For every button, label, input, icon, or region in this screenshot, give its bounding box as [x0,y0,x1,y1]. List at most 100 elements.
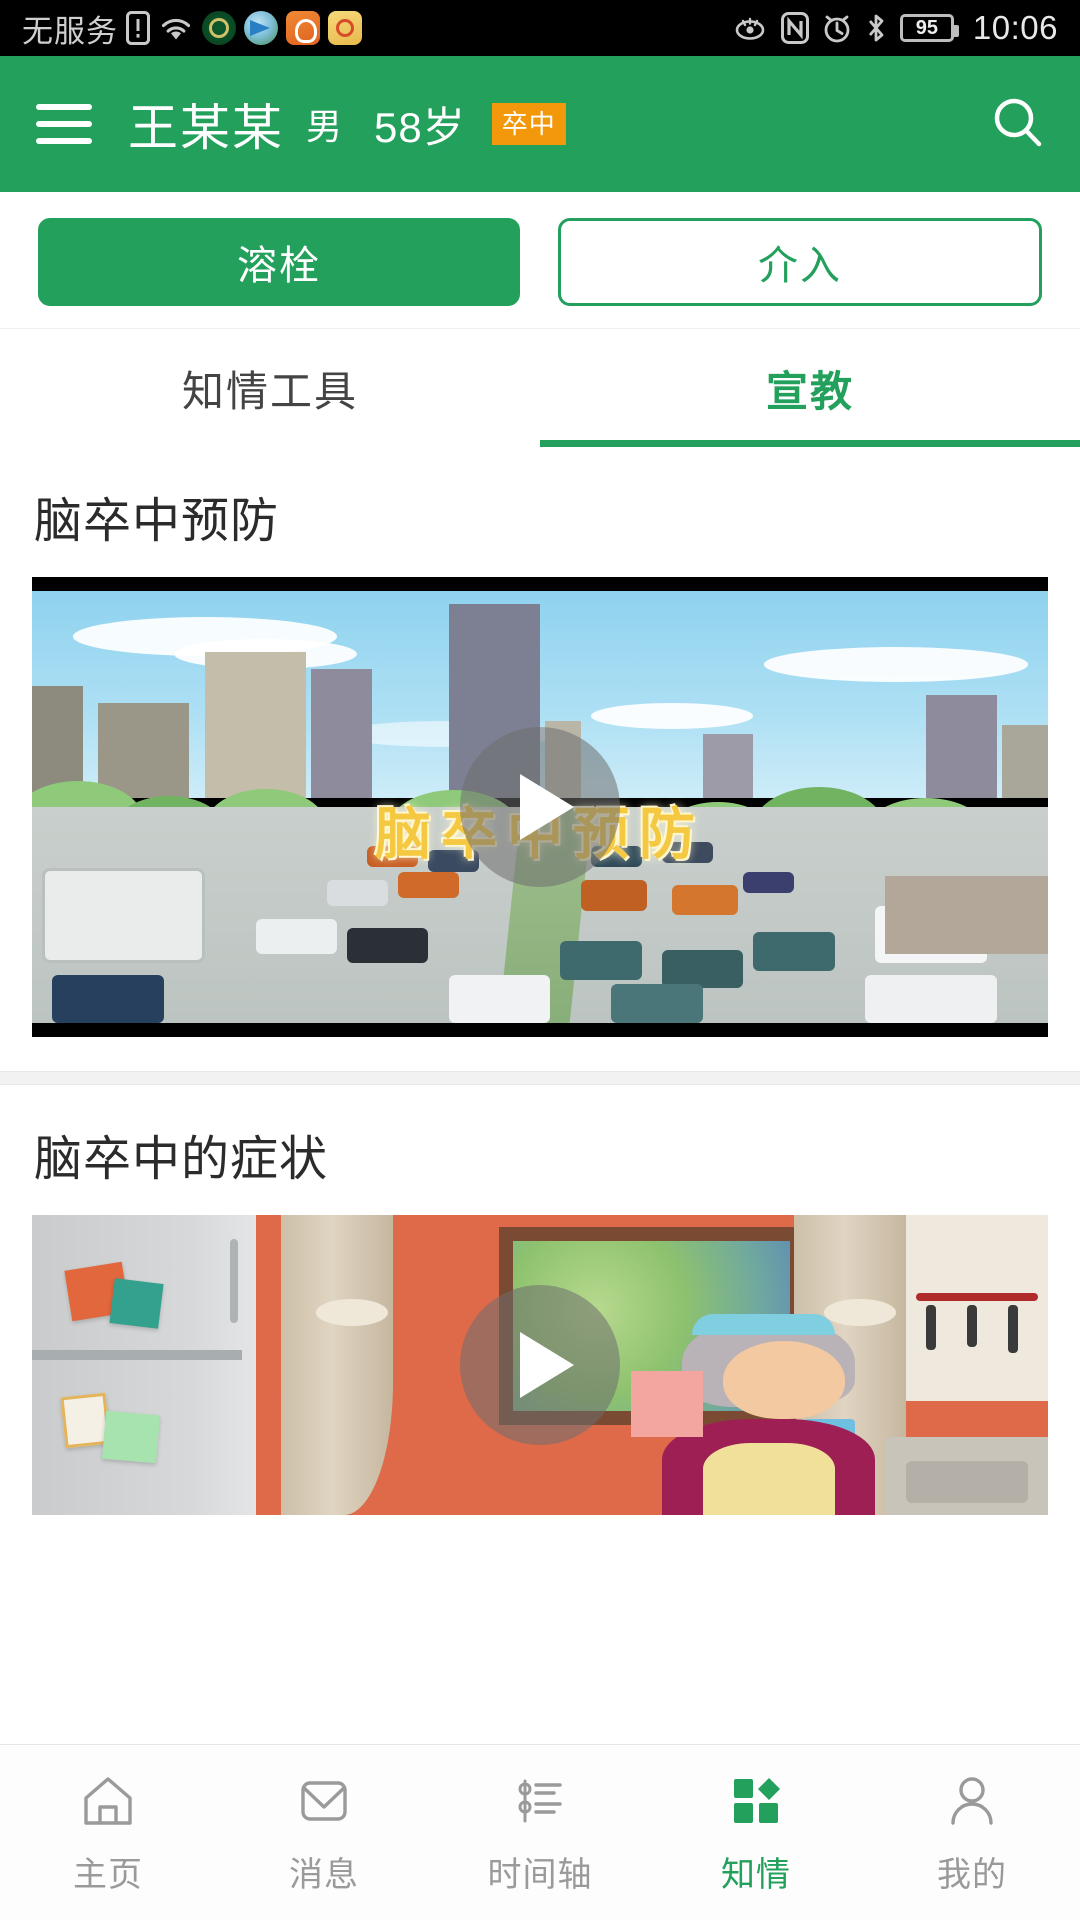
nav-item-profile[interactable]: 我的 [864,1769,1080,1896]
patient-sex: 男 [306,106,343,147]
status-bar-right: 95 10:06 [732,9,1058,47]
sink [905,1461,1028,1503]
timeline-icon [508,1769,572,1833]
fridge-handle [229,1239,238,1323]
search-icon[interactable] [988,93,1050,155]
nav-item-informed-label: 知情 [721,1856,791,1894]
car [448,975,551,1023]
alarm-clock-icon [822,12,852,44]
nfc-icon [780,12,809,44]
sim-warning-icon [126,11,150,45]
fridge-seam [32,1350,243,1360]
carrier-label: 无服务 [22,13,118,49]
battery-icon: 95 [899,14,959,42]
status-badge: 卒中 [491,103,566,145]
patient-name: 王某某 [128,100,284,156]
letterbox-bottom [32,1023,1048,1037]
nav-item-timeline[interactable]: 时间轴 [432,1769,648,1896]
curtain-tieback [316,1299,388,1326]
section-divider [0,1071,1080,1085]
content-tabs: 知情工具 宣教 [0,329,1080,447]
curtain-left [280,1215,393,1515]
status-bar: 无服务 95 10:06 [0,0,1080,56]
treatment-segmented-control: 溶栓 介入 [0,192,1080,329]
refrigerator [32,1215,256,1515]
fridge-magnet-photo [101,1410,160,1464]
car [672,884,739,915]
segment-intervention[interactable]: 介入 [558,218,1042,306]
car [580,880,647,911]
tab-informed-tools[interactable]: 知情工具 [0,329,540,447]
woman-scarf [631,1371,703,1437]
utensil [966,1305,977,1347]
nav-item-home[interactable]: 主页 [0,1769,216,1896]
utensil [1007,1305,1018,1353]
education-section-symptoms: 脑卒中的症状 [0,1085,1080,1549]
education-content-list: 脑卒中预防 脑卒中的症状 [0,447,1080,1549]
eye-comfort-icon [732,13,768,43]
woman-face [722,1341,845,1419]
app-notify-telegram-icon [244,11,278,45]
car [611,984,703,1023]
home-icon [76,1769,140,1833]
app-notify-weibo-icon [328,11,362,45]
bus [42,867,205,963]
patient-age: 58岁 [374,103,466,151]
woman-apron [702,1443,835,1515]
bottom-navigation-bar: 主页 消息 时间轴 知情 我的 [0,1744,1080,1920]
nav-item-profile-label: 我的 [937,1856,1007,1894]
cloud [763,647,1028,682]
nav-item-timeline-label: 时间轴 [487,1856,593,1894]
video-card-prevention[interactable]: 脑卒中预防 [32,577,1048,1037]
video-thumbnail-wrapper [0,1215,1080,1549]
video-card-symptoms[interactable] [32,1215,1048,1515]
car [52,975,165,1023]
car [326,880,388,907]
car [865,975,998,1023]
tab-education[interactable]: 宣教 [540,329,1080,447]
fridge-magnet-photo [109,1278,165,1329]
nav-item-home-label: 主页 [73,1856,143,1894]
video-thumbnail-wrapper: 脑卒中预防 [0,577,1080,1071]
bluetooth-icon [865,12,887,44]
app-header: 王某某 男 58岁 卒中 [0,56,1080,192]
tab-active-underline [540,440,1080,447]
status-bar-left: 无服务 [22,6,362,51]
car [661,949,744,989]
nav-item-messages-label: 消息 [289,1856,359,1894]
nav-item-informed[interactable]: 知情 [648,1769,864,1896]
wifi-icon [158,13,194,43]
segment-intervention-label: 介入 [758,244,842,288]
car [346,927,429,963]
section-title: 脑卒中的症状 [34,1133,329,1186]
roadside-building [885,876,1048,954]
segment-thrombolysis-label: 溶栓 [237,244,321,288]
play-icon[interactable] [460,1285,620,1445]
play-icon[interactable] [460,727,620,887]
segment-thrombolysis[interactable]: 溶栓 [38,218,520,306]
car [397,871,459,898]
battery-percent-label: 95 [915,16,939,39]
nav-item-messages[interactable]: 消息 [216,1769,432,1896]
car [743,871,794,894]
woman-headband [692,1314,835,1335]
app-notify-uc-icon [286,11,320,45]
car [255,919,337,954]
person-icon [940,1769,1004,1833]
car [753,932,835,972]
car [560,940,642,980]
utensil [926,1305,937,1350]
section-title: 脑卒中预防 [34,495,280,548]
tab-education-label: 宣教 [765,367,854,415]
curtain-tieback [824,1299,896,1326]
hamburger-menu-icon[interactable] [36,104,92,144]
envelope-icon [292,1769,356,1833]
utensil-rail [915,1293,1038,1301]
tab-informed-tools-label: 知情工具 [181,367,358,415]
app-screen: 无服务 95 10:06 王某某 男 58岁 卒中 溶栓 介入 知情工具 宣教 … [0,0,1080,1920]
clock-label: 10:06 [972,9,1058,46]
education-section-prevention: 脑卒中预防 [0,447,1080,1071]
app-notify-green-icon [202,11,236,45]
letterbox-top [32,577,1048,591]
grid-squares-icon [724,1769,788,1833]
